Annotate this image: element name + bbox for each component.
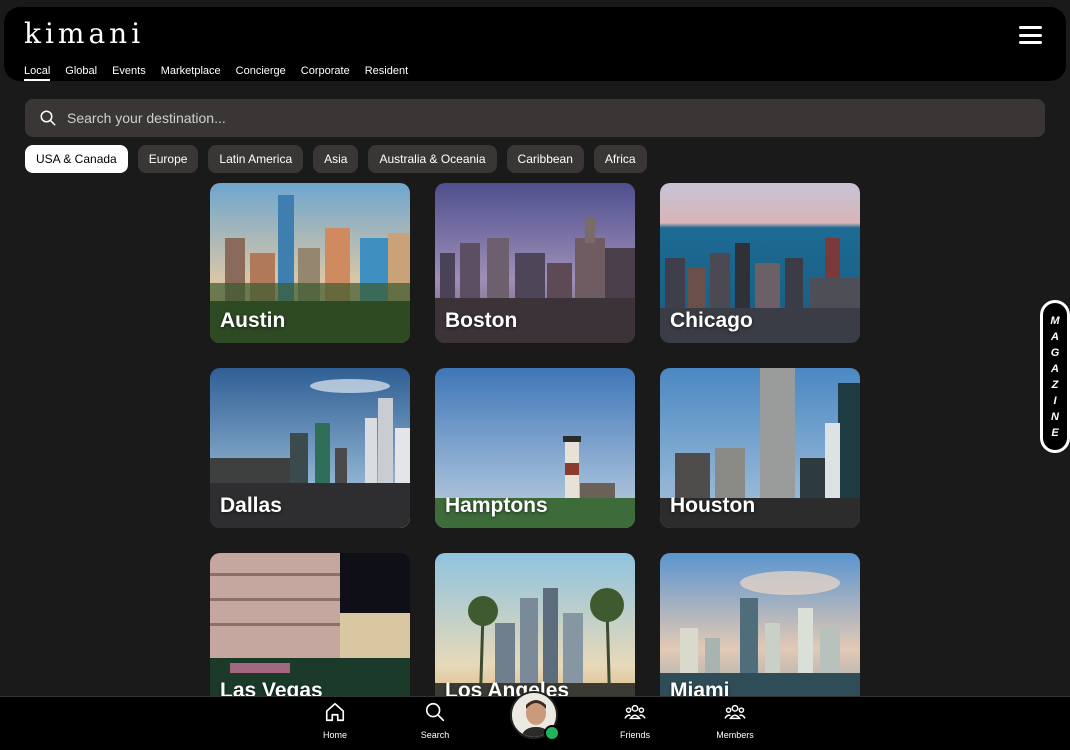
search-icon <box>40 110 56 126</box>
home-icon <box>325 702 345 722</box>
tab-concierge[interactable]: Concierge <box>236 65 286 81</box>
magazine-letter: A <box>1051 330 1059 343</box>
city-grid: Austin Boston Chicago Dallas Hamptons Ho… <box>210 183 860 713</box>
tab-marketplace[interactable]: Marketplace <box>161 65 221 81</box>
city-card-dallas[interactable]: Dallas <box>210 368 410 528</box>
magazine-letter: Z <box>1051 378 1059 391</box>
magazine-letter: E <box>1051 426 1059 439</box>
magazine-letter: I <box>1053 394 1057 407</box>
friends-icon <box>624 704 646 720</box>
menu-icon[interactable] <box>1019 26 1042 44</box>
search-icon <box>425 702 445 722</box>
magazine-letter: G <box>1050 346 1060 359</box>
members-icon <box>724 704 746 720</box>
city-card-houston[interactable]: Houston <box>660 368 860 528</box>
nav-friends[interactable]: Friends <box>605 701 665 740</box>
magazine-tab[interactable]: M A G A Z I N E <box>1040 300 1070 453</box>
city-card-austin[interactable]: Austin <box>210 183 410 343</box>
region-filters: USA & Canada Europe Latin America Asia A… <box>25 145 647 173</box>
search-input[interactable] <box>67 110 967 126</box>
nav-home[interactable]: Home <box>305 701 365 740</box>
nav-members[interactable]: Members <box>705 701 765 740</box>
tab-resident[interactable]: Resident <box>365 65 408 81</box>
page: kimani Local Global Events Marketplace C… <box>0 0 1070 750</box>
logo[interactable]: kimani <box>24 17 144 50</box>
magazine-letter: N <box>1051 410 1059 423</box>
tab-corporate[interactable]: Corporate <box>301 65 350 81</box>
city-card-boston[interactable]: Boston <box>435 183 635 343</box>
tab-local[interactable]: Local <box>24 65 51 81</box>
nav-search-label: Search <box>420 730 450 740</box>
city-card-las-vegas[interactable]: Las Vegas <box>210 553 410 713</box>
city-card-chicago[interactable]: Chicago <box>660 183 860 343</box>
region-australia-oceania[interactable]: Australia & Oceania <box>368 145 497 173</box>
region-caribbean[interactable]: Caribbean <box>506 145 584 173</box>
city-name: Hamptons <box>445 494 548 517</box>
city-name: Chicago <box>670 309 753 332</box>
city-name: Austin <box>220 309 286 332</box>
city-name: Boston <box>445 309 518 332</box>
top-header: kimani Local Global Events Marketplace C… <box>4 7 1066 81</box>
nav-members-label: Members <box>716 730 754 740</box>
region-latin-america[interactable]: Latin America <box>208 145 304 173</box>
region-europe[interactable]: Europe <box>137 145 199 173</box>
main-nav: Local Global Events Marketplace Concierg… <box>24 65 408 81</box>
city-name: Dallas <box>220 494 282 517</box>
search-bar <box>25 99 1045 137</box>
tab-events[interactable]: Events <box>112 65 146 81</box>
region-usa-canada[interactable]: USA & Canada <box>25 145 128 173</box>
nav-home-label: Home <box>322 730 347 740</box>
city-card-hamptons[interactable]: Hamptons <box>435 368 635 528</box>
magazine-letter: A <box>1051 362 1059 375</box>
online-status-indicator <box>544 725 560 741</box>
city-card-los-angeles[interactable]: Los Angeles <box>435 553 635 713</box>
city-card-miami[interactable]: Miami <box>660 553 860 713</box>
city-name: Houston <box>670 494 756 517</box>
bottom-nav: Home Search Friends Members <box>0 691 1070 750</box>
magazine-letter: M <box>1050 314 1060 327</box>
nav-search[interactable]: Search <box>405 701 465 740</box>
region-asia[interactable]: Asia <box>313 145 359 173</box>
nav-friends-label: Friends <box>619 730 650 740</box>
tab-global[interactable]: Global <box>65 65 97 81</box>
region-africa[interactable]: Africa <box>593 145 647 173</box>
